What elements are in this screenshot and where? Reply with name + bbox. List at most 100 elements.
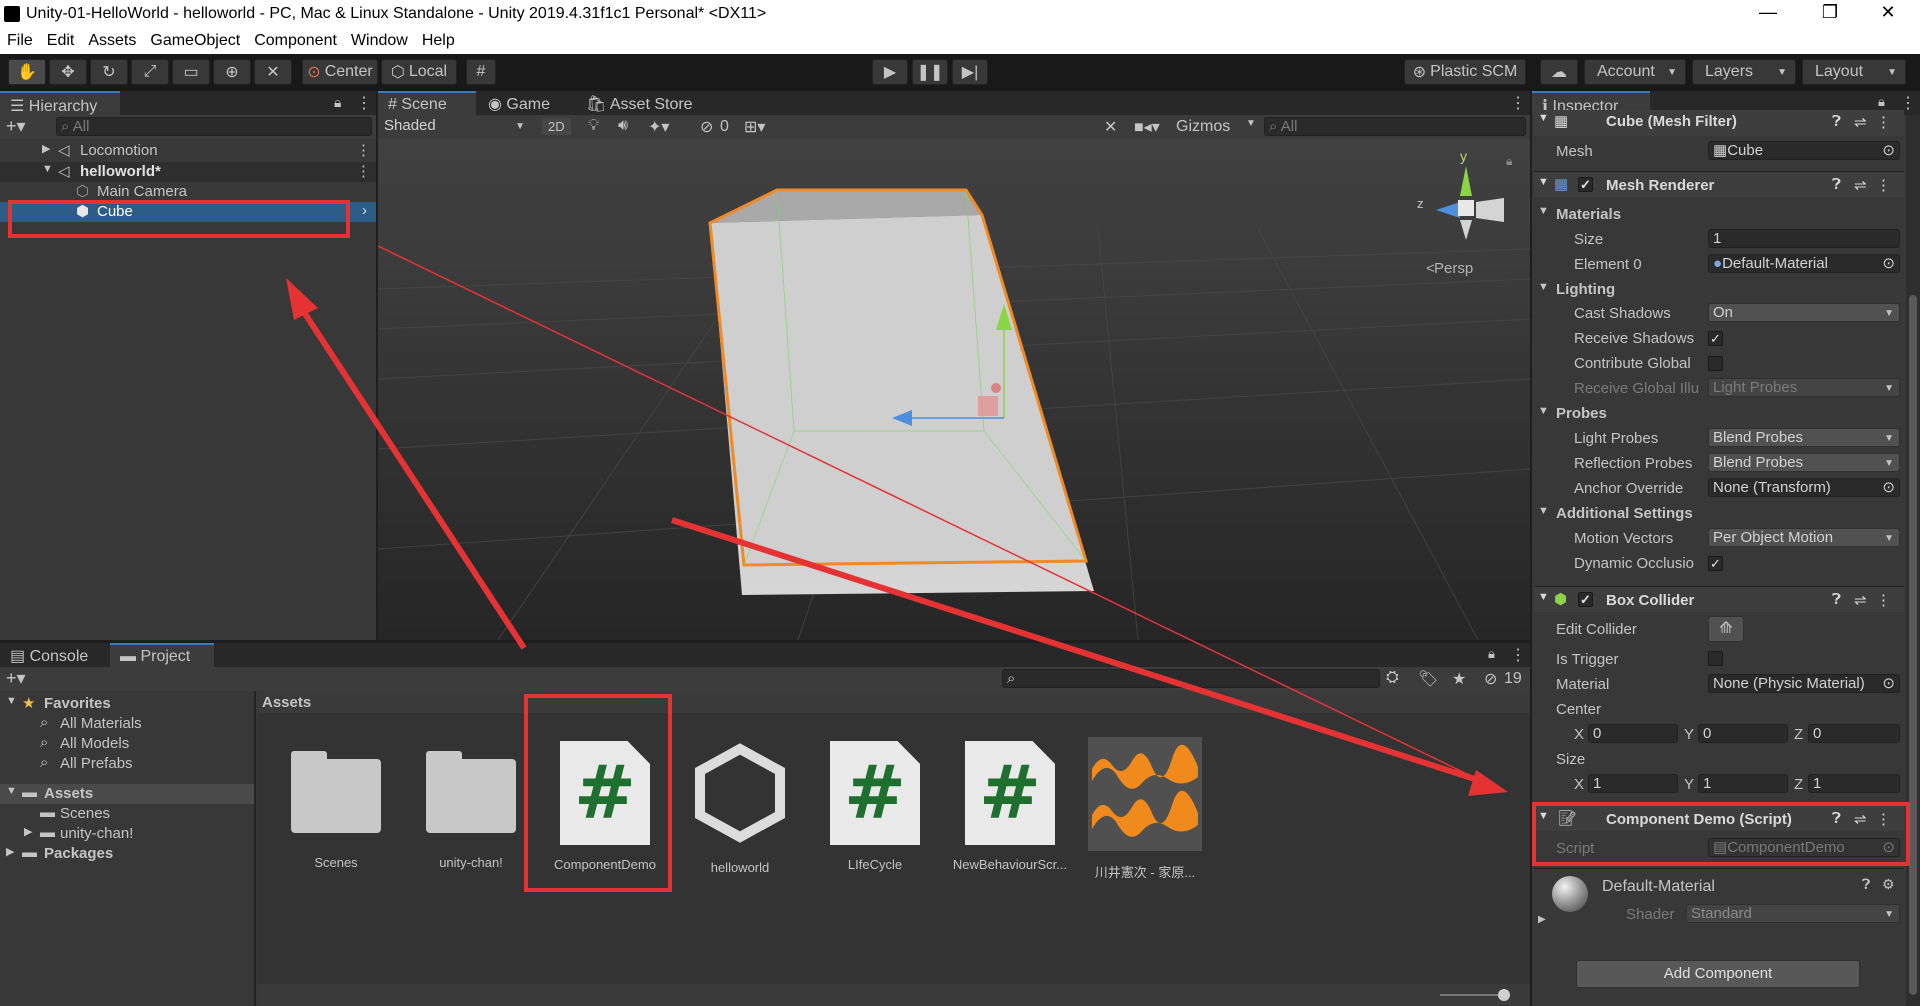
breadcrumb-assets[interactable]: Assets — [262, 694, 311, 711]
step-button[interactable]: ▶| — [952, 59, 988, 85]
pivot-center-button[interactable]: ⊙ Center — [302, 59, 378, 85]
asset-folder-scenes[interactable]: Scenes — [276, 739, 396, 870]
account-dropdown[interactable]: Account ▼ — [1584, 59, 1686, 85]
collapse-icon[interactable]: ▼ — [6, 695, 17, 707]
lock-icon[interactable]: 🔒︎ — [1488, 646, 1495, 662]
tab-console[interactable]: ▤ Console — [0, 643, 108, 667]
hierarchy-item-main-camera[interactable]: ⬡ Main Camera — [0, 182, 376, 202]
more-options-icon[interactable]: ⋮ — [356, 93, 372, 113]
collapse-icon[interactable]: ▼ — [1538, 176, 1549, 188]
2d-toggle-button[interactable]: 2D — [542, 118, 571, 135]
asset-scene-helloworld[interactable]: helloworld — [680, 741, 800, 875]
more-options-icon[interactable]: ⋮ — [1876, 113, 1891, 131]
tree-favorite-item[interactable]: ⌕ All Models — [0, 734, 254, 754]
more-options-icon[interactable]: ⋮ — [1876, 176, 1891, 194]
chevron-right-icon[interactable]: › — [362, 202, 367, 219]
collapse-icon[interactable]: ▼ — [1538, 205, 1549, 217]
help-icon[interactable]: ❓︎ — [1832, 591, 1841, 608]
dynamic-occlusion-checkbox[interactable]: ✓ — [1708, 556, 1723, 571]
more-options-icon[interactable]: ⋮ — [356, 141, 371, 159]
transform-tool-icon[interactable]: ⊕ — [213, 59, 251, 85]
center-x-field[interactable]: 0 — [1588, 724, 1678, 743]
tree-folder-item[interactable]: ▶ ▬ unity-chan! — [0, 824, 254, 844]
collapse-icon[interactable]: ▼ — [1538, 505, 1549, 517]
chevron-down-icon[interactable]: ▼ — [1246, 118, 1256, 129]
object-picker-icon[interactable]: ⊙ — [1882, 142, 1895, 159]
materials-label[interactable]: Materials — [1556, 206, 1621, 223]
collapse-icon[interactable]: ▼ — [1538, 405, 1549, 417]
custom-tool-icon[interactable]: ✕ — [254, 59, 292, 85]
menu-gameobject[interactable]: GameObject — [143, 30, 247, 52]
filter-label-icon[interactable]: 🏷︎ — [1418, 669, 1438, 689]
cast-shadows-dropdown[interactable]: On — [1708, 303, 1900, 322]
layout-dropdown[interactable]: Layout ▼ — [1802, 59, 1906, 85]
lock-icon[interactable]: 🔒︎ — [1506, 154, 1512, 168]
center-z-field[interactable]: 0 — [1808, 724, 1900, 743]
materials-size-field[interactable]: 1 — [1708, 229, 1900, 248]
gizmos-dropdown[interactable]: Gizmos — [1176, 118, 1230, 136]
zoom-slider-handle[interactable] — [1498, 989, 1510, 1001]
center-y-field[interactable]: 0 — [1698, 724, 1788, 743]
filter-type-icon[interactable]: ⛭ — [1386, 669, 1399, 687]
collapse-icon[interactable]: ▼ — [1538, 591, 1549, 603]
size-x-field[interactable]: 1 — [1588, 774, 1678, 793]
scene-viewport[interactable]: y z Persp < 🔒︎ — [378, 139, 1530, 640]
hierarchy-item-locomotion[interactable]: ▶ ◁ Locomotion ⋮ — [0, 141, 376, 161]
grid-snap-icon[interactable]: # — [466, 59, 496, 85]
menu-assets[interactable]: Assets — [81, 30, 143, 52]
expand-icon[interactable]: ▶ — [42, 142, 50, 155]
lighting-icon[interactable]: 💡︎ — [588, 117, 599, 135]
object-picker-icon[interactable]: ⊙ — [1882, 675, 1895, 692]
asset-audio-clip[interactable]: 川井憲次 - 家原... — [1085, 737, 1205, 881]
effects-icon[interactable]: ✦▾ — [648, 117, 669, 137]
lock-icon[interactable]: 🔒︎ — [334, 94, 341, 111]
enabled-checkbox[interactable]: ✓ — [1578, 592, 1593, 607]
more-options-icon[interactable]: ⋮ — [1876, 591, 1891, 609]
zoom-slider-track[interactable] — [1440, 994, 1506, 996]
collapse-icon[interactable]: ▼ — [42, 163, 53, 175]
hierarchy-search-input[interactable]: ⌕ All — [56, 117, 372, 136]
anchor-override-field[interactable]: None (Transform) ⊙ — [1708, 478, 1900, 497]
mesh-field[interactable]: ▦Cube ⊙ — [1708, 141, 1900, 160]
more-options-icon[interactable]: ⋮ — [356, 162, 371, 180]
plastic-scm-button[interactable]: ⊛ Plastic SCM — [1404, 59, 1526, 85]
mesh-filter-header[interactable]: ▼ ▦ Cube (Mesh Filter) ❓︎ ⇌ ⋮ — [1534, 110, 1904, 136]
object-picker-icon[interactable]: ⊙ — [1882, 479, 1895, 496]
hierarchy-item-helloworld[interactable]: ▼ ◁ helloworld* ⋮ — [0, 162, 376, 182]
gear-icon[interactable]: ⚙ — [1882, 876, 1895, 893]
help-icon[interactable]: ❓︎ — [1832, 113, 1841, 130]
hidden-objects-icon[interactable]: ⊘ — [700, 117, 713, 137]
probes-label[interactable]: Probes — [1556, 405, 1607, 422]
receive-shadows-checkbox[interactable]: ✓ — [1708, 331, 1723, 346]
create-icon[interactable]: +▾ — [6, 668, 26, 689]
tab-scene[interactable]: # Scene — [378, 91, 476, 115]
contribute-gi-checkbox[interactable] — [1708, 356, 1723, 371]
asset-script-lifecycle[interactable]: # LIfeCycle — [815, 741, 935, 872]
rotate-tool-icon[interactable]: ↻ — [90, 59, 128, 85]
tab-game[interactable]: ◉ Game — [478, 91, 574, 115]
lock-icon[interactable]: 🔒︎ — [1878, 94, 1885, 110]
expand-icon[interactable]: ▶ — [1538, 914, 1546, 925]
size-y-field[interactable]: 1 — [1698, 774, 1788, 793]
close-button[interactable]: ✕ — [1868, 2, 1908, 23]
box-collider-header[interactable]: ▼ ⬢ ✓ Box Collider ❓︎ ⇌ ⋮ — [1534, 586, 1904, 612]
tab-hierarchy[interactable]: ☰ Hierarchy — [0, 91, 120, 115]
scale-tool-icon[interactable]: ⤢ — [131, 59, 169, 85]
minimize-button[interactable]: — — [1748, 2, 1788, 23]
collapse-icon[interactable]: ▼ — [1538, 281, 1549, 293]
pause-button[interactable]: ❚❚ — [912, 59, 948, 85]
presets-icon[interactable]: ⇌ — [1854, 176, 1867, 194]
is-trigger-checkbox[interactable] — [1708, 651, 1723, 666]
reflection-probes-dropdown[interactable]: Blend Probes — [1708, 453, 1900, 472]
play-button[interactable]: ▶ — [872, 59, 908, 85]
pivot-local-button[interactable]: ⬡ Local — [381, 59, 457, 85]
favorite-star-icon[interactable]: ★ — [1452, 669, 1466, 689]
shading-mode-dropdown[interactable]: Shaded — [380, 117, 530, 136]
more-options-icon[interactable]: ⋮ — [1510, 645, 1526, 665]
menu-file[interactable]: File — [0, 30, 40, 52]
shader-dropdown[interactable]: Standard — [1686, 904, 1900, 923]
add-component-button[interactable]: Add Component — [1576, 960, 1860, 988]
add-icon[interactable]: +▾ — [6, 116, 26, 137]
enabled-checkbox[interactable]: ✓ — [1578, 177, 1593, 192]
tree-favorite-item[interactable]: ⌕ All Prefabs — [0, 754, 254, 774]
